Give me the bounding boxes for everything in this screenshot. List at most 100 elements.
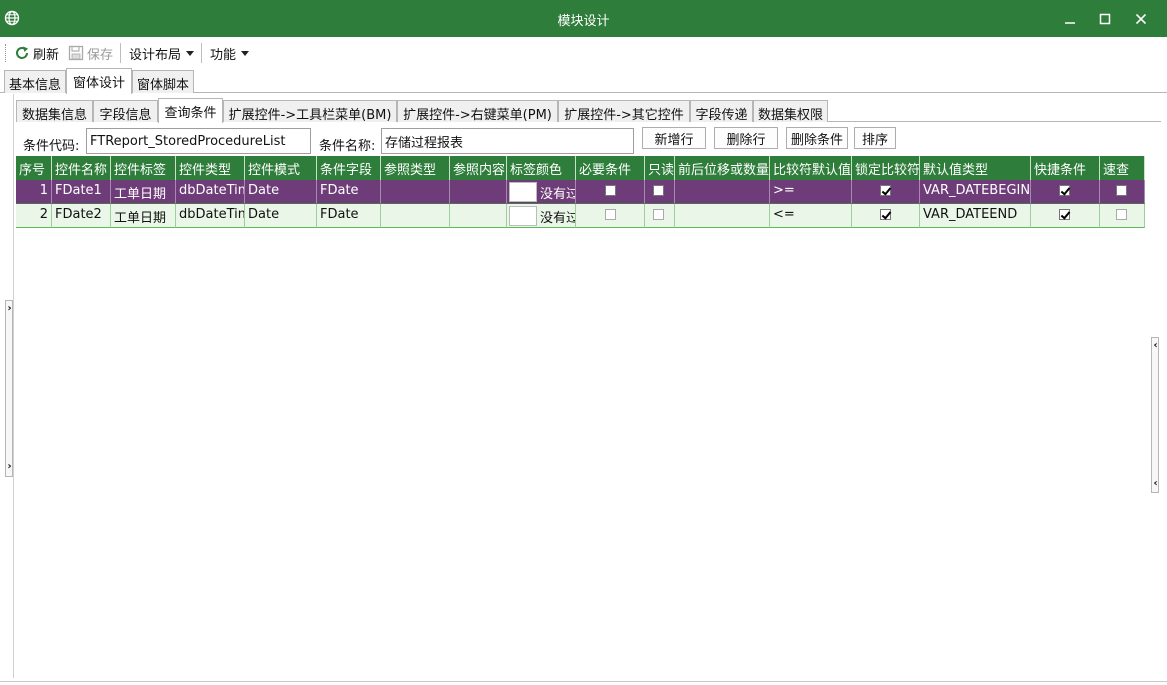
required-checkbox[interactable] bbox=[605, 185, 616, 196]
compare-default-cell[interactable]: >= bbox=[770, 180, 852, 204]
control-name-cell[interactable]: FDate1 bbox=[52, 180, 111, 204]
label-color-cell[interactable]: 没有过 bbox=[507, 180, 576, 204]
control-label-cell[interactable]: 工单日期 bbox=[111, 180, 176, 204]
toolbar-grip[interactable] bbox=[5, 44, 8, 62]
column-header[interactable]: 参照类型 bbox=[381, 156, 450, 180]
control-mode-cell[interactable]: Date bbox=[245, 204, 317, 228]
readonly-checkbox[interactable] bbox=[653, 185, 664, 196]
compare-default-cell[interactable]: <= bbox=[770, 204, 852, 228]
readonly-checkbox[interactable] bbox=[653, 209, 664, 220]
quick-condition-checkbox[interactable] bbox=[1059, 185, 1070, 196]
column-header[interactable]: 快捷条件 bbox=[1031, 156, 1100, 180]
column-header[interactable]: 标签颜色 bbox=[507, 156, 576, 180]
delete-condition-button[interactable]: 删除条件 bbox=[786, 127, 848, 149]
minimize-icon bbox=[1065, 21, 1075, 24]
lookup-checkbox[interactable] bbox=[1116, 209, 1127, 220]
required-cell[interactable] bbox=[576, 204, 645, 228]
column-header[interactable]: 速查 bbox=[1100, 156, 1145, 180]
lock-compare-cell[interactable] bbox=[852, 204, 920, 228]
quick-condition-cell[interactable] bbox=[1031, 204, 1100, 228]
column-header[interactable]: 控件类型 bbox=[176, 156, 245, 180]
readonly-cell[interactable] bbox=[645, 204, 675, 228]
tab-query-conditions[interactable]: 查询条件 bbox=[158, 98, 223, 123]
column-header[interactable]: 序号 bbox=[16, 156, 52, 180]
table-row[interactable]: 1 FDate1 工单日期 dbDateTim Date FDate 没有过 >… bbox=[16, 180, 1145, 204]
function-menu[interactable]: 功能 bbox=[210, 42, 250, 64]
right-splitter-handle[interactable]: ‹ ‹ bbox=[1151, 337, 1159, 493]
quick-condition-cell[interactable] bbox=[1031, 180, 1100, 204]
tab-field-info[interactable]: 字段信息 bbox=[93, 100, 158, 123]
tab-form-script[interactable]: 窗体脚本 bbox=[132, 70, 194, 93]
lookup-cell[interactable] bbox=[1100, 180, 1145, 204]
column-header[interactable]: 默认值类型 bbox=[920, 156, 1031, 180]
color-swatch[interactable] bbox=[509, 206, 537, 226]
column-header[interactable]: 只读 bbox=[645, 156, 675, 180]
column-header[interactable]: 必要条件 bbox=[576, 156, 645, 180]
design-layout-menu[interactable]: 设计布局 bbox=[129, 42, 195, 64]
tab-dataset-permissions[interactable]: 数据集权限 bbox=[753, 100, 828, 123]
left-splitter-handle[interactable]: › › bbox=[5, 300, 13, 477]
tab-basic-info[interactable]: 基本信息 bbox=[4, 70, 66, 93]
column-header[interactable]: 前后位移或数量 bbox=[675, 156, 770, 180]
label-color-cell[interactable]: 没有过 bbox=[507, 204, 576, 228]
column-header[interactable]: 控件标签 bbox=[111, 156, 176, 180]
save-icon bbox=[68, 45, 84, 61]
condition-field-cell[interactable]: FDate bbox=[317, 204, 381, 228]
save-button[interactable]: 保存 bbox=[68, 42, 113, 64]
quick-condition-checkbox[interactable] bbox=[1059, 209, 1070, 220]
main-tab-strip: 基本信息 窗体设计 窗体脚本 bbox=[0, 68, 1167, 94]
required-cell[interactable] bbox=[576, 180, 645, 204]
design-layout-label: 设计布局 bbox=[129, 47, 182, 63]
tab-toolbar-menu[interactable]: 扩展控件->工具栏菜单(BM) bbox=[223, 100, 397, 123]
default-type-cell[interactable]: VAR_DATEEND bbox=[920, 204, 1031, 228]
control-type-cell[interactable]: dbDateTim bbox=[176, 204, 245, 228]
lookup-checkbox[interactable] bbox=[1116, 185, 1127, 196]
lock-compare-checkbox[interactable] bbox=[880, 185, 891, 196]
minimize-button[interactable] bbox=[1052, 0, 1088, 37]
color-text: 没有过 bbox=[540, 211, 576, 226]
column-header[interactable]: 参照内容 bbox=[450, 156, 507, 180]
lookup-cell[interactable] bbox=[1100, 204, 1145, 228]
default-type-cell[interactable]: VAR_DATEBEGIN bbox=[920, 180, 1031, 204]
condition-name-input[interactable] bbox=[381, 128, 634, 154]
tab-dataset-info[interactable]: 数据集信息 bbox=[16, 100, 93, 123]
row-number-cell[interactable]: 2 bbox=[16, 204, 52, 228]
color-swatch[interactable] bbox=[509, 182, 537, 202]
tab-field-transfer[interactable]: 字段传递 bbox=[690, 100, 753, 123]
reference-type-cell[interactable] bbox=[381, 180, 450, 204]
delete-row-button[interactable]: 删除行 bbox=[714, 127, 778, 149]
reference-content-cell[interactable] bbox=[450, 204, 507, 228]
column-header[interactable]: 控件名称 bbox=[52, 156, 111, 180]
maximize-icon bbox=[1099, 13, 1111, 24]
offset-cell[interactable] bbox=[675, 180, 770, 204]
column-header[interactable]: 锁定比较符 bbox=[852, 156, 920, 180]
control-mode-cell[interactable]: Date bbox=[245, 180, 317, 204]
column-header[interactable]: 比较符默认值 bbox=[770, 156, 852, 180]
add-row-button[interactable]: 新增行 bbox=[642, 127, 706, 149]
condition-field-cell[interactable]: FDate bbox=[317, 180, 381, 204]
column-header[interactable]: 条件字段 bbox=[317, 156, 381, 180]
table-row[interactable]: 2 FDate2 工单日期 dbDateTim Date FDate 没有过 <… bbox=[16, 204, 1145, 228]
offset-cell[interactable] bbox=[675, 204, 770, 228]
reference-content-cell[interactable] bbox=[450, 180, 507, 204]
control-type-cell[interactable]: dbDateTim bbox=[176, 180, 245, 204]
tab-context-menu[interactable]: 扩展控件->右键菜单(PM) bbox=[397, 100, 558, 123]
readonly-cell[interactable] bbox=[645, 180, 675, 204]
condition-code-input[interactable] bbox=[86, 128, 311, 154]
column-header[interactable]: 控件模式 bbox=[245, 156, 317, 180]
maximize-button[interactable] bbox=[1087, 0, 1123, 37]
control-label-cell[interactable]: 工单日期 bbox=[111, 204, 176, 228]
lock-compare-checkbox[interactable] bbox=[880, 209, 891, 220]
tab-form-design[interactable]: 窗体设计 bbox=[66, 68, 132, 94]
toolbar-separator bbox=[120, 43, 121, 63]
sort-button[interactable]: 排序 bbox=[854, 127, 896, 149]
required-checkbox[interactable] bbox=[605, 209, 616, 220]
lock-compare-cell[interactable] bbox=[852, 180, 920, 204]
refresh-button[interactable]: 刷新 bbox=[14, 42, 59, 64]
control-name-cell[interactable]: FDate2 bbox=[52, 204, 111, 228]
reference-type-cell[interactable] bbox=[381, 204, 450, 228]
close-button[interactable] bbox=[1123, 0, 1159, 37]
tab-other-controls[interactable]: 扩展控件->其它控件 bbox=[558, 100, 690, 123]
toolbar: 刷新 保存 设计布局 功能 bbox=[0, 37, 1167, 67]
row-number-cell[interactable]: 1 bbox=[16, 180, 52, 204]
